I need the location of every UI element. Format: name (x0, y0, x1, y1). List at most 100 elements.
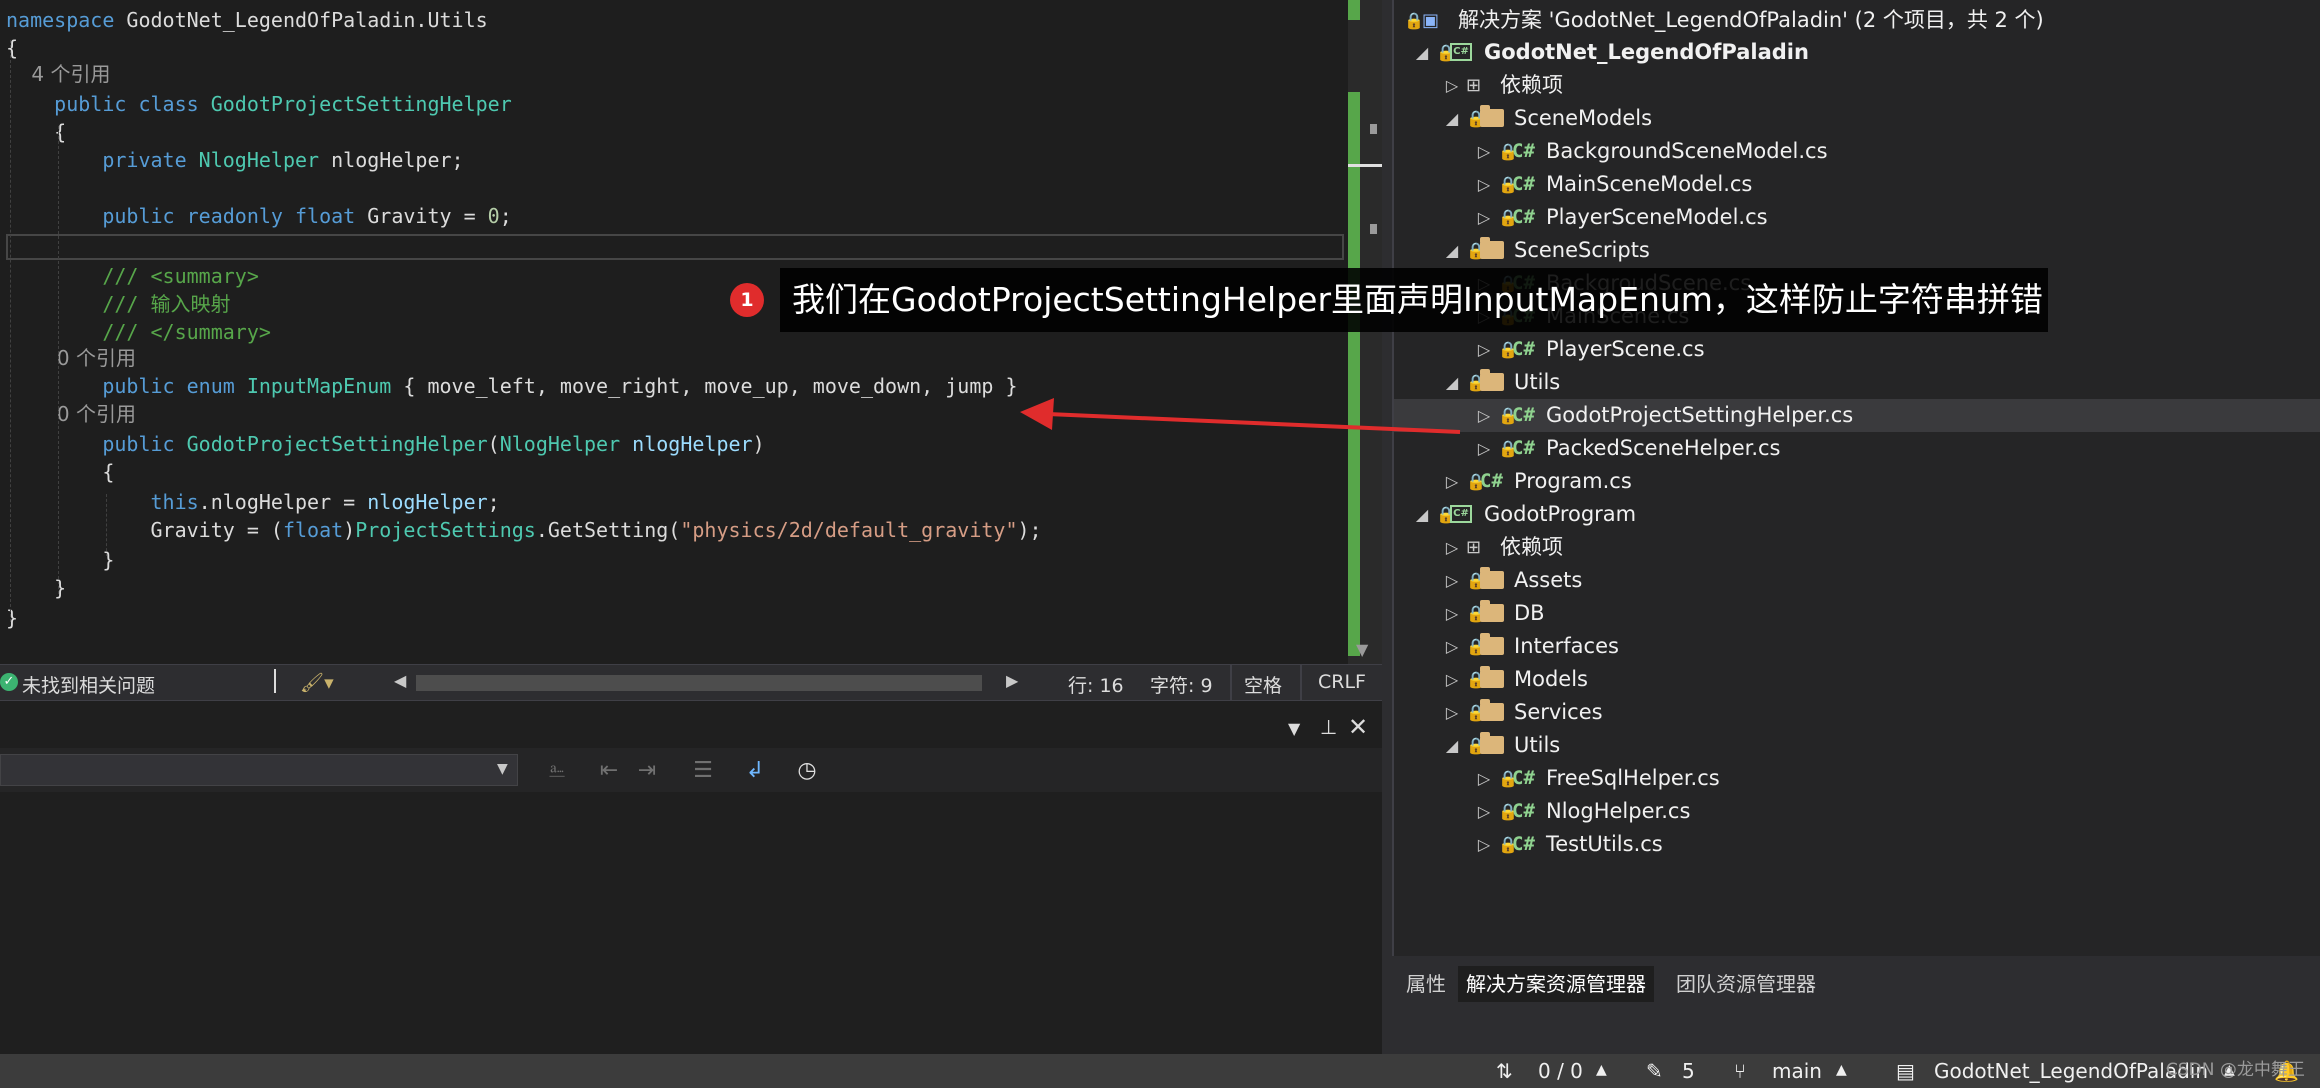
collapsed-arrow-icon[interactable]: ▷ (1474, 762, 1494, 795)
chevron-up-icon[interactable]: ▲ (1836, 1062, 1847, 1078)
expanded-arrow-icon[interactable]: ◢ (1442, 102, 1462, 135)
next-icon[interactable]: ⇥ (632, 756, 662, 786)
code-line[interactable]: } (6, 604, 18, 632)
reference-count[interactable]: 0 个引用 (6, 346, 136, 370)
chevron-up-icon[interactable]: ▲ (1596, 1062, 1607, 1078)
collapsed-arrow-icon[interactable]: ▷ (1474, 135, 1494, 168)
clear-icon[interactable]: ☰ (688, 756, 718, 786)
branch-icon[interactable]: ⑂ (1734, 1059, 1746, 1083)
code-line[interactable]: /// <summary> (6, 262, 259, 290)
collapsed-arrow-icon[interactable]: ▷ (1474, 333, 1494, 366)
sync-icon[interactable]: ⇅ (1496, 1059, 1513, 1083)
collapsed-arrow-icon[interactable]: ▷ (1442, 663, 1462, 696)
collapsed-arrow-icon[interactable]: ▷ (1442, 69, 1462, 102)
collapsed-arrow-icon[interactable]: ▷ (1442, 597, 1462, 630)
chevron-down-icon[interactable]: ▼ (1288, 719, 1300, 738)
collapsed-arrow-icon[interactable]: ▷ (1442, 465, 1462, 498)
code-line[interactable]: Gravity = (float)ProjectSettings.GetSett… (6, 516, 1041, 544)
file-item[interactable]: ▷ 🔒 C# PlayerScene.cs (1394, 333, 2320, 366)
git-changes[interactable]: 0 / 0 (1538, 1059, 1583, 1083)
collapsed-arrow-icon[interactable]: ▷ (1474, 399, 1494, 432)
code-line[interactable]: /// 输入映射 (6, 290, 230, 318)
toolbar-icon[interactable]: ⎁ (542, 756, 572, 786)
folder-item[interactable]: ▷ 🔒 Assets (1394, 564, 2320, 597)
collapsed-arrow-icon[interactable]: ▷ (1474, 795, 1494, 828)
folder-item[interactable]: ▷ 🔒 Models (1394, 663, 2320, 696)
collapsed-arrow-icon[interactable]: ▷ (1474, 828, 1494, 861)
file-item[interactable]: ▷ 🔒 C# Program.cs (1394, 465, 2320, 498)
file-item[interactable]: ▷ 🔒 C# TestUtils.cs (1394, 828, 2320, 861)
panel-dropdown[interactable]: ▼ (0, 754, 518, 786)
pin-icon[interactable]: ⊥ (1320, 715, 1337, 739)
collapsed-arrow-icon[interactable]: ▷ (1442, 630, 1462, 663)
dependencies-item[interactable]: ▷ ⊞ 依赖项 (1394, 531, 2320, 564)
expanded-arrow-icon[interactable]: ◢ (1442, 366, 1462, 399)
scroll-right-arrow[interactable]: ▶ (1006, 671, 1018, 690)
solution-explorer[interactable]: 🔒 ▣ 解决方案 'GodotNet_LegendOfPaladin' (2 个… (1392, 0, 2320, 956)
tab-team-explorer[interactable]: 团队资源管理器 (1668, 966, 1824, 1002)
folder-item[interactable]: ▷ 🔒 Services (1394, 696, 2320, 729)
code-line[interactable]: { (6, 458, 114, 486)
code-line[interactable]: this.nlogHelper = nlogHelper; (6, 488, 499, 516)
expanded-arrow-icon[interactable]: ◢ (1442, 234, 1462, 267)
code-line[interactable]: private NlogHelper nlogHelper; (6, 146, 463, 174)
collapsed-arrow-icon[interactable]: ▷ (1474, 168, 1494, 201)
char-number[interactable]: 字符: 9 (1150, 671, 1213, 698)
expanded-arrow-icon[interactable]: ◢ (1412, 36, 1432, 69)
solution-root[interactable]: 🔒 ▣ 解决方案 'GodotNet_LegendOfPaladin' (2 个… (1394, 4, 2320, 37)
whitespace-mode[interactable]: 空格 (1244, 671, 1282, 698)
file-item[interactable]: ▷ 🔒 C# PackedSceneHelper.cs (1394, 432, 2320, 465)
folder-item[interactable]: ▷ 🔒 DB (1394, 597, 2320, 630)
code-line[interactable]: { (6, 34, 18, 62)
code-line[interactable]: namespace GodotNet_LegendOfPaladin.Utils (6, 6, 488, 34)
code-line[interactable]: 4 个引用 (6, 60, 110, 88)
brush-icon[interactable]: 🖌▾ (300, 671, 334, 694)
word-wrap-icon[interactable]: ↲ (740, 756, 770, 786)
folder-item[interactable]: ◢ 🔒 SceneModels (1394, 102, 2320, 135)
project-item[interactable]: ◢ 🔒 C# GodotProgram (1394, 498, 2320, 531)
scroll-left-arrow[interactable]: ◀ (394, 671, 406, 690)
pencil-icon[interactable]: ✎ (1646, 1059, 1663, 1083)
branch-name[interactable]: main (1772, 1059, 1822, 1083)
line-number[interactable]: 行: 16 (1068, 671, 1124, 698)
folder-item[interactable]: ▷ 🔒 Interfaces (1394, 630, 2320, 663)
reference-count[interactable]: 0 个引用 (6, 402, 136, 426)
editor-vertical-scrollbar[interactable]: ▼ (1348, 0, 1382, 664)
folder-item[interactable]: ◢ 🔒 SceneScripts (1394, 234, 2320, 267)
folder-item[interactable]: ◢ 🔒 Utils (1394, 729, 2320, 762)
scroll-down-arrow[interactable]: ▼ (1356, 640, 1368, 659)
tab-properties[interactable]: 属性 (1398, 966, 1454, 1002)
file-item[interactable]: ▷ 🔒 C# GodotProjectSettingHelper.cs (1394, 399, 2320, 432)
line-ending[interactable]: CRLF (1318, 671, 1366, 693)
issues-status[interactable]: 未找到相关问题 (22, 671, 155, 698)
code-editor[interactable]: namespace GodotNet_LegendOfPaladin.Utils… (0, 0, 1348, 664)
collapsed-arrow-icon[interactable]: ▷ (1442, 564, 1462, 597)
code-line[interactable]: public readonly float Gravity = 0; (6, 202, 511, 230)
code-line[interactable]: } (6, 546, 114, 574)
file-item[interactable]: ▷ 🔒 C# FreeSqlHelper.cs (1394, 762, 2320, 795)
panel-splitter[interactable] (1382, 0, 1392, 1054)
chevron-down-icon[interactable]: ▼ (497, 761, 508, 777)
clock-icon[interactable]: ◷ (792, 756, 822, 786)
code-line[interactable]: 0 个引用 (6, 344, 136, 372)
reference-count[interactable]: 4 个引用 (6, 62, 110, 86)
horizontal-scrollbar-thumb[interactable] (416, 675, 982, 691)
expanded-arrow-icon[interactable]: ◢ (1412, 498, 1432, 531)
folder-item[interactable]: ◢ 🔒 Utils (1394, 366, 2320, 399)
code-line[interactable]: public class GodotProjectSettingHelper (6, 90, 512, 118)
previous-icon[interactable]: ⇤ (594, 756, 624, 786)
collapsed-arrow-icon[interactable]: ▷ (1442, 696, 1462, 729)
repo-icon[interactable]: ▤ (1896, 1059, 1915, 1083)
file-item[interactable]: ▷ 🔒 C# BackgroundSceneModel.cs (1394, 135, 2320, 168)
collapsed-arrow-icon[interactable]: ▷ (1474, 432, 1494, 465)
collapsed-arrow-icon[interactable]: ▷ (1474, 201, 1494, 234)
code-line[interactable]: /// </summary> (6, 318, 271, 346)
close-icon[interactable]: ✕ (1348, 713, 1368, 741)
project-item[interactable]: ◢ 🔒 C# GodotNet_LegendOfPaladin (1394, 36, 2320, 69)
expanded-arrow-icon[interactable]: ◢ (1442, 729, 1462, 762)
code-line[interactable]: public enum InputMapEnum { move_left, mo… (6, 372, 1017, 400)
code-line[interactable]: public GodotProjectSettingHelper(NlogHel… (6, 430, 764, 458)
file-item[interactable]: ▷ 🔒 C# PlayerSceneModel.cs (1394, 201, 2320, 234)
code-line[interactable]: 0 个引用 (6, 400, 136, 428)
file-item[interactable]: ▷ 🔒 C# MainSceneModel.cs (1394, 168, 2320, 201)
